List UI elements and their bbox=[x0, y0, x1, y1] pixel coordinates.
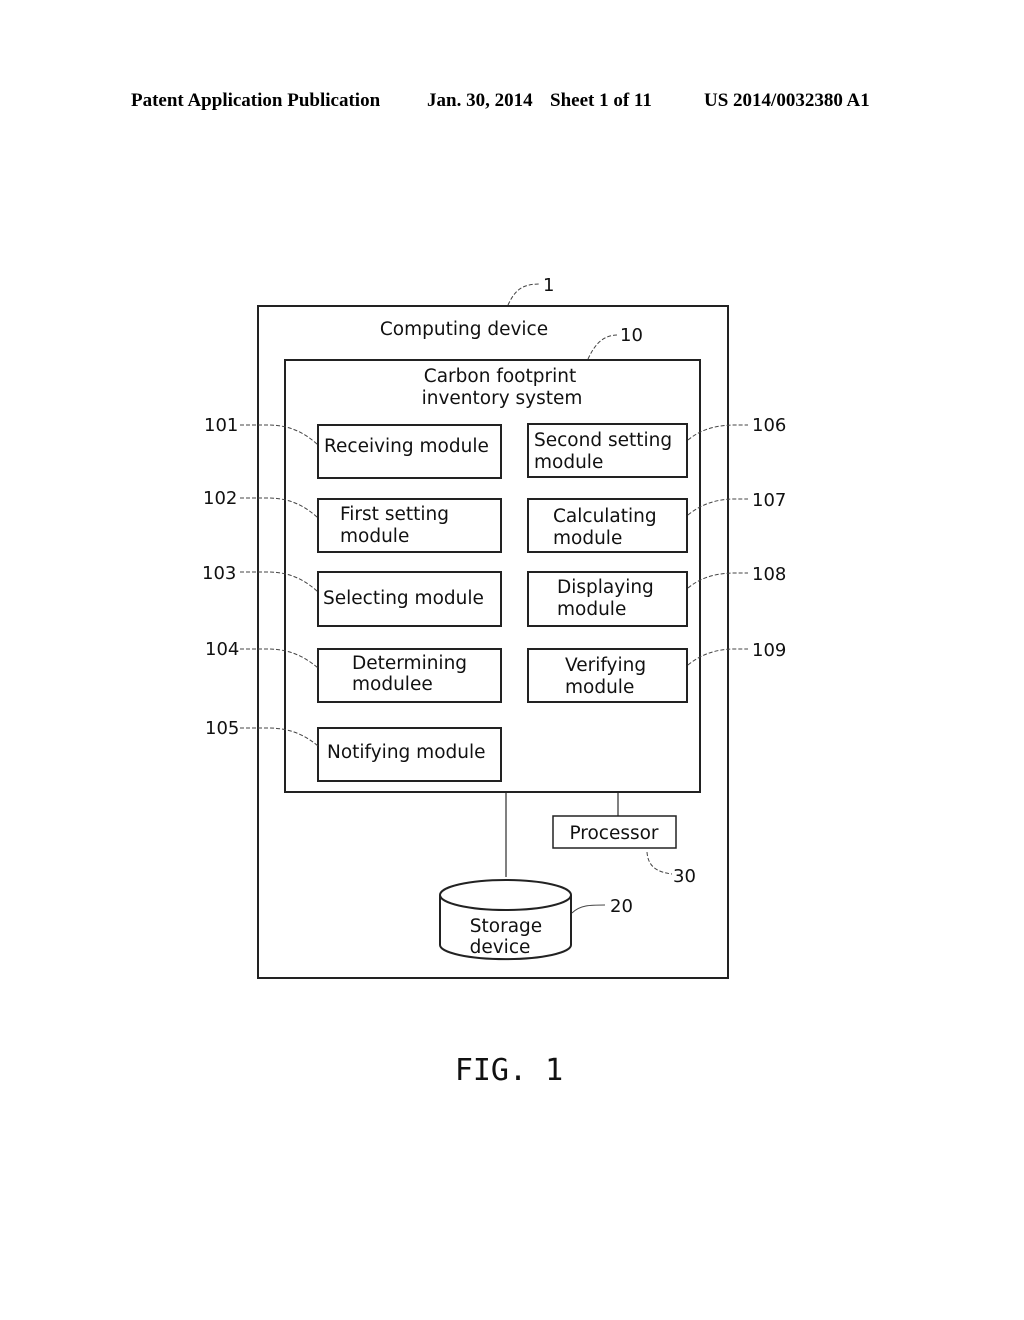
computing-device-label: Computing device bbox=[380, 319, 548, 340]
module-label-line1: Displaying bbox=[557, 577, 654, 598]
module-label-line1: First setting bbox=[340, 504, 449, 525]
leader-line bbox=[240, 727, 319, 747]
ref-20: 20 bbox=[610, 896, 633, 917]
ref-label: 102 bbox=[203, 488, 237, 509]
leader-line bbox=[240, 571, 319, 593]
module-107: Calculating module 107 bbox=[527, 490, 786, 553]
module-label-line1: Notifying module bbox=[327, 742, 486, 763]
storage-label-line1: Storage bbox=[470, 916, 542, 937]
module-label-line2: modulee bbox=[352, 674, 433, 695]
module-label-line1: Receiving module bbox=[324, 436, 489, 457]
ref-label: 104 bbox=[205, 639, 239, 660]
leader-line bbox=[687, 572, 748, 589]
module-102: First setting module 102 bbox=[203, 488, 502, 553]
ref-30: 30 bbox=[673, 866, 696, 887]
ref-label: 106 bbox=[752, 415, 786, 436]
ref-label: 107 bbox=[752, 490, 786, 511]
leader-line bbox=[240, 497, 319, 519]
leader-line bbox=[687, 648, 748, 666]
ref-10: 10 bbox=[620, 325, 643, 346]
storage-label-line2: device bbox=[470, 937, 531, 958]
ref-label: 108 bbox=[752, 564, 786, 585]
ref-label: 105 bbox=[205, 718, 239, 739]
module-label-line1: Verifying bbox=[565, 655, 646, 676]
module-label-line1: Second setting bbox=[534, 430, 672, 451]
ref-label: 109 bbox=[752, 640, 786, 661]
module-label-line1: Calculating bbox=[553, 506, 657, 527]
module-106: Second setting module 106 bbox=[527, 415, 786, 478]
leader-line-10 bbox=[587, 334, 619, 360]
module-109: Verifying module 109 bbox=[527, 640, 786, 703]
module-label-line1: Determining bbox=[352, 653, 467, 674]
leader-line bbox=[687, 498, 748, 516]
processor: Processor 30 bbox=[552, 815, 696, 887]
ref-label: 103 bbox=[202, 563, 236, 584]
module-101: Receiving module 101 bbox=[204, 415, 502, 479]
module-label-line2: module bbox=[553, 528, 622, 549]
module-103: Selecting module 103 bbox=[202, 563, 502, 627]
inventory-system-label-line1: Carbon footprint bbox=[424, 366, 576, 387]
module-label-line1: Selecting module bbox=[323, 588, 484, 609]
leader-line bbox=[240, 648, 319, 669]
figure-caption: FIG. 1 bbox=[455, 1053, 563, 1088]
block-diagram: Computing device 1 Carbon footprint inve… bbox=[202, 275, 786, 1088]
module-label-line2: module bbox=[557, 599, 626, 620]
leader-line bbox=[240, 424, 319, 446]
module-label-line2: module bbox=[534, 452, 603, 473]
leader-line-20 bbox=[571, 904, 606, 914]
module-label-line2: module bbox=[565, 677, 634, 698]
storage-device: Storage device 20 bbox=[439, 879, 633, 961]
module-105: Notifying module 105 bbox=[205, 718, 502, 782]
module-label-line2: module bbox=[340, 526, 409, 547]
leader-line bbox=[687, 424, 748, 441]
module-104: Determining modulee 104 bbox=[205, 639, 502, 703]
storage-cylinder-top bbox=[439, 879, 572, 911]
ref-label: 101 bbox=[204, 415, 238, 436]
leader-line-1 bbox=[507, 283, 541, 306]
ref-1: 1 bbox=[543, 275, 554, 296]
inventory-system-label-line2: inventory system bbox=[422, 388, 583, 409]
processor-label: Processor bbox=[569, 823, 658, 844]
module-108: Displaying module 108 bbox=[527, 564, 786, 627]
leader-line-30 bbox=[646, 851, 673, 875]
